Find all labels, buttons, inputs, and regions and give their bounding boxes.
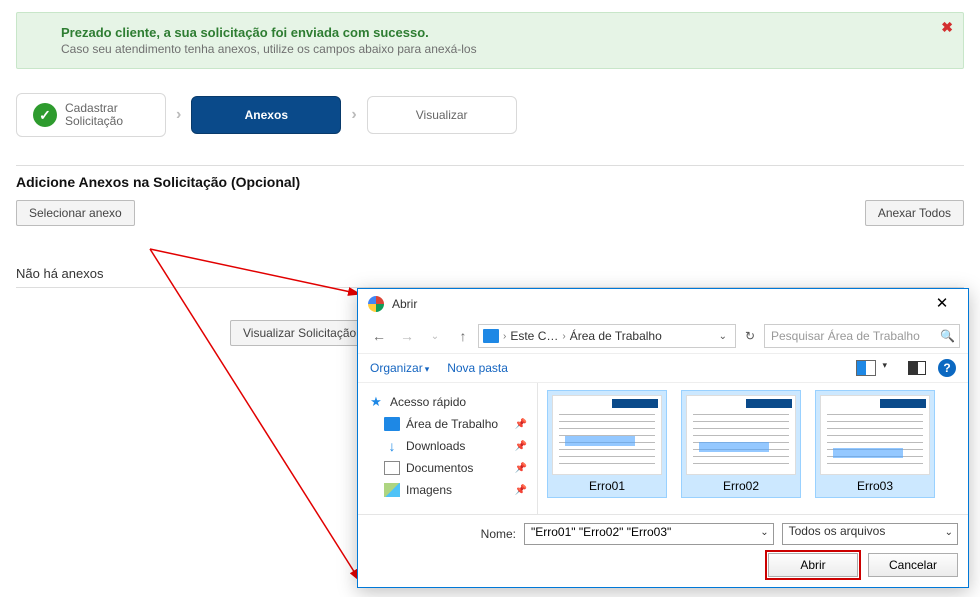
file-item[interactable]: Erro02 [682, 391, 800, 497]
help-button[interactable]: ? [938, 359, 956, 377]
dialog-title: Abrir [392, 297, 922, 311]
tree-label: Documentos [406, 461, 473, 475]
document-icon [384, 461, 400, 475]
step-cadastrar-line2: Solicitação [65, 115, 123, 128]
dialog-close-button[interactable]: ✕ [922, 291, 962, 317]
tree-downloads[interactable]: ↓ Downloads 📌 [362, 435, 533, 457]
dialog-titlebar[interactable]: Abrir ✕ [358, 289, 968, 319]
chevron-right-icon: › [562, 331, 565, 342]
dialog-file-pane[interactable]: Erro01 Erro02 Erro03 [538, 383, 968, 514]
breadcrumb-root[interactable]: Este C… [510, 329, 558, 343]
dialog-nav: ← → ⌄ ↑ › Este C… › Área de Trabalho ⌄ ↻… [358, 319, 968, 353]
file-item[interactable]: Erro01 [548, 391, 666, 497]
nav-back-button[interactable]: ← [366, 324, 392, 348]
pin-icon: 📌 [515, 441, 527, 452]
banner-title: Prezado cliente, a sua solicitação foi e… [61, 25, 923, 40]
selecionar-anexo-button[interactable]: Selecionar anexo [16, 200, 135, 226]
nav-recent-button[interactable]: ⌄ [422, 324, 448, 348]
view-mode-button[interactable] [856, 360, 876, 376]
breadcrumb-leaf[interactable]: Área de Trabalho [570, 329, 662, 343]
pin-icon: 📌 [515, 485, 527, 496]
step-anexos-label: Anexos [245, 108, 288, 122]
star-icon: ★ [368, 395, 384, 409]
filename-combo[interactable]: ⌄ [524, 523, 774, 545]
file-thumbnail [686, 395, 796, 475]
file-open-dialog: Abrir ✕ ← → ⌄ ↑ › Este C… › Área de Trab… [357, 288, 969, 588]
chevron-down-icon[interactable]: ⌄ [945, 527, 953, 538]
nav-up-button[interactable]: ↑ [450, 324, 476, 348]
filename-input[interactable] [529, 524, 755, 540]
dialog-tree[interactable]: ★ Acesso rápido Área de Trabalho 📌 ↓ Dow… [358, 383, 538, 514]
chevron-down-icon[interactable]: ⌄ [760, 527, 768, 538]
close-icon[interactable]: ✖ [941, 19, 953, 36]
name-label: Nome: [368, 527, 516, 541]
chevron-right-icon: › [351, 106, 356, 124]
chrome-icon [368, 296, 384, 312]
pin-icon: 📌 [515, 463, 527, 474]
section-heading: Adicione Anexos na Solicitação (Opcional… [16, 165, 964, 190]
step-visualizar[interactable]: Visualizar [367, 96, 517, 134]
no-attachments-text: Não há anexos [16, 266, 964, 288]
organize-button[interactable]: Organizar▾ [370, 361, 429, 375]
tree-label: Imagens [406, 483, 452, 497]
visualizar-solicitacao-button[interactable]: Visualizar Solicitação [230, 320, 369, 346]
success-banner: ✖ Prezado cliente, a sua solicitação foi… [16, 12, 964, 69]
nav-forward-button[interactable]: → [394, 324, 420, 348]
tree-label: Área de Trabalho [406, 417, 498, 431]
search-icon: 🔍 [940, 329, 955, 343]
new-folder-button[interactable]: Nova pasta [447, 361, 508, 375]
file-name: Erro02 [723, 479, 759, 493]
file-item[interactable]: Erro03 [816, 391, 934, 497]
preview-pane-button[interactable] [908, 361, 926, 375]
file-name: Erro03 [857, 479, 893, 493]
chevron-right-icon: › [176, 106, 181, 124]
cancel-button[interactable]: Cancelar [868, 553, 958, 577]
tree-desktop[interactable]: Área de Trabalho 📌 [362, 413, 533, 435]
search-input[interactable] [769, 328, 936, 344]
check-icon: ✓ [33, 103, 57, 127]
banner-subtitle: Caso seu atendimento tenha anexos, utili… [61, 42, 923, 56]
breadcrumb[interactable]: › Este C… › Área de Trabalho ⌄ [478, 324, 736, 348]
tree-images[interactable]: Imagens 📌 [362, 479, 533, 501]
tree-label: Downloads [406, 439, 465, 453]
step-cadastrar[interactable]: ✓ Cadastrar Solicitação [16, 93, 166, 137]
filter-combo[interactable]: Todos os arquivos ⌄ [782, 523, 958, 545]
wizard-steps: ✓ Cadastrar Solicitação › Anexos › Visua… [16, 93, 964, 137]
filter-value: Todos os arquivos [789, 524, 886, 538]
folder-icon [384, 417, 400, 431]
chevron-right-icon: › [503, 331, 506, 342]
file-thumbnail [552, 395, 662, 475]
pin-icon: 📌 [515, 419, 527, 430]
tree-label: Acesso rápido [390, 395, 466, 409]
step-visualizar-label: Visualizar [416, 108, 468, 122]
dialog-bottom: Nome: ⌄ Todos os arquivos ⌄ Abrir Cancel… [358, 514, 968, 587]
open-button[interactable]: Abrir [768, 553, 858, 577]
search-box[interactable]: 🔍 [764, 324, 960, 348]
file-thumbnail [820, 395, 930, 475]
breadcrumb-dropdown[interactable]: ⌄ [715, 331, 731, 342]
file-name: Erro01 [589, 479, 625, 493]
tree-quick-access[interactable]: ★ Acesso rápido [362, 391, 533, 413]
step-anexos[interactable]: Anexos [191, 96, 341, 134]
refresh-button[interactable]: ↻ [738, 324, 762, 348]
image-icon [384, 483, 400, 497]
anexar-todos-button[interactable]: Anexar Todos [865, 200, 964, 226]
tree-documents[interactable]: Documentos 📌 [362, 457, 533, 479]
folder-icon [483, 329, 499, 343]
download-icon: ↓ [384, 439, 400, 453]
dialog-toolbar: Organizar▾ Nova pasta ? [358, 353, 968, 383]
